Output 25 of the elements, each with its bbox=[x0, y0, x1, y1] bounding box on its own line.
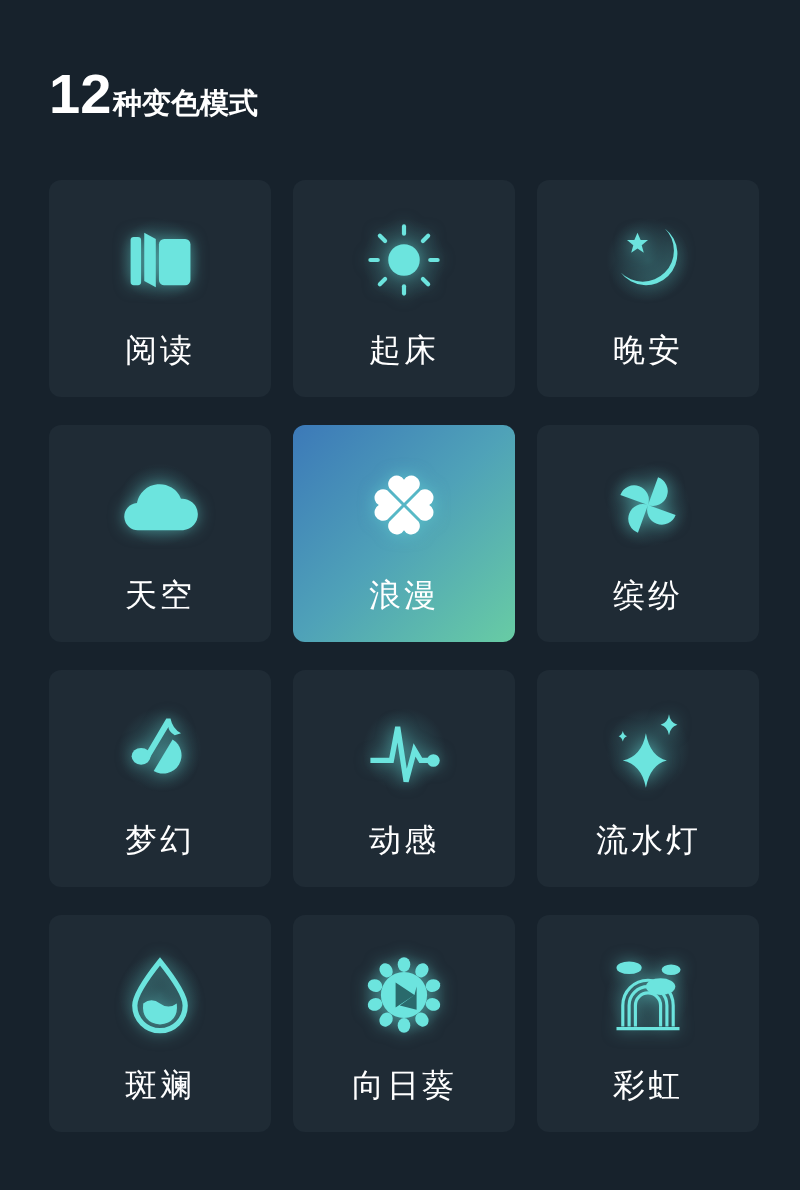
mode-tile[interactable]: 向日葵 bbox=[293, 915, 515, 1132]
mode-tile[interactable]: 天空 bbox=[49, 425, 271, 642]
mode-tile[interactable]: 梦幻 bbox=[49, 670, 271, 887]
mode-label: 天空 bbox=[125, 575, 195, 615]
mode-label: 梦幻 bbox=[125, 820, 195, 860]
mode-tile[interactable]: 起床 bbox=[293, 180, 515, 397]
mode-label: 动感 bbox=[369, 820, 439, 860]
mode-tile[interactable]: 彩虹 bbox=[537, 915, 759, 1132]
mode-tile[interactable]: 动感 bbox=[293, 670, 515, 887]
mode-tile[interactable]: 阅读 bbox=[49, 180, 271, 397]
mode-tile[interactable]: 缤纷 bbox=[537, 425, 759, 642]
mode-tile[interactable]: 流水灯 bbox=[537, 670, 759, 887]
mode-label: 阅读 bbox=[125, 330, 195, 370]
mode-label: 流水灯 bbox=[595, 820, 701, 860]
mode-label: 向日葵 bbox=[351, 1065, 457, 1105]
section-title: 种变色模式 bbox=[113, 85, 259, 122]
mode-label: 浪漫 bbox=[369, 575, 439, 615]
mode-label: 缤纷 bbox=[613, 575, 683, 615]
mode-label: 起床 bbox=[369, 330, 439, 370]
mode-label: 晚安 bbox=[613, 330, 683, 370]
mode-label: 彩虹 bbox=[613, 1065, 683, 1105]
mode-count: 12 bbox=[49, 62, 112, 126]
mode-tile[interactable]: 晚安 bbox=[537, 180, 759, 397]
mode-tile[interactable]: 斑斓 bbox=[49, 915, 271, 1132]
mode-label: 斑斓 bbox=[125, 1065, 195, 1105]
